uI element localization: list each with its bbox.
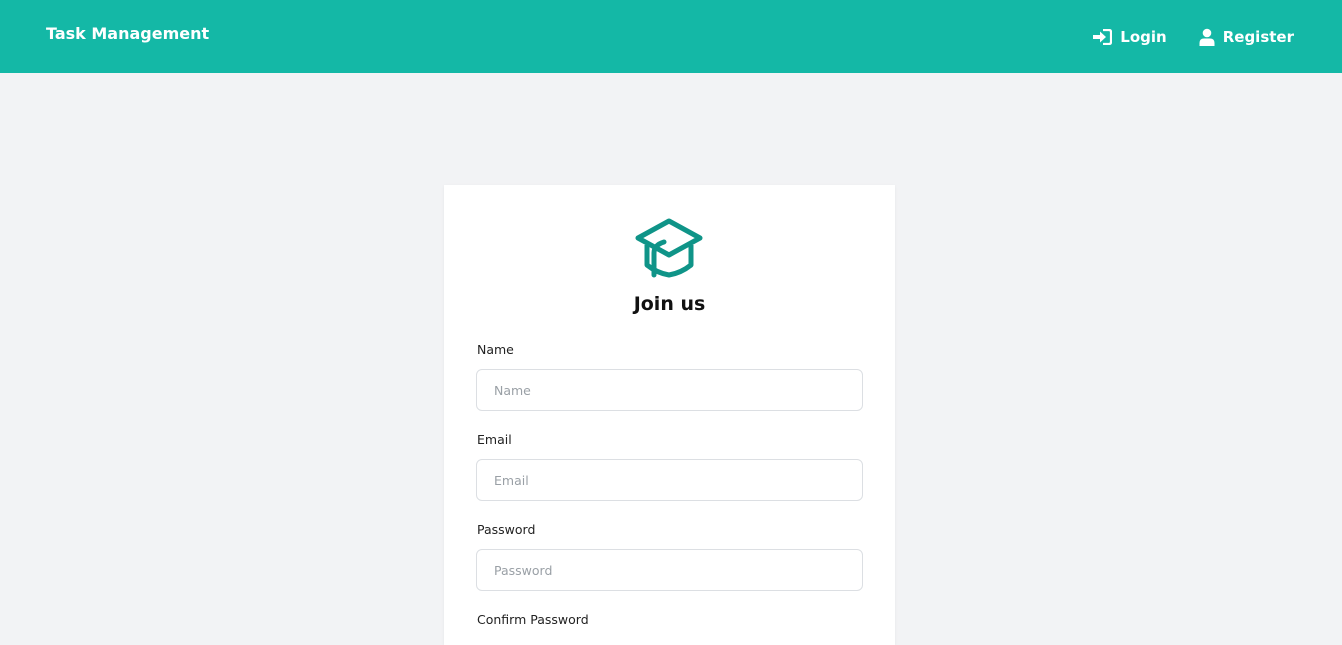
page-title: Join us (633, 293, 706, 315)
register-card: Join us Name Email Password Confirm Pass… (444, 185, 895, 645)
top-navbar: Task Management Login Register (0, 0, 1342, 73)
confirm-password-label: Confirm Password (477, 612, 589, 627)
register-link[interactable]: Register (1199, 28, 1294, 46)
email-input[interactable] (476, 459, 863, 501)
user-icon (1199, 28, 1215, 46)
sign-in-icon (1093, 28, 1113, 45)
name-label: Name (477, 342, 514, 357)
name-input[interactable] (476, 369, 863, 411)
login-link[interactable]: Login (1093, 27, 1167, 46)
register-label: Register (1222, 27, 1294, 46)
password-input[interactable] (476, 549, 863, 591)
nav-links: Login Register (1093, 0, 1294, 73)
password-label: Password (477, 522, 536, 537)
login-label: Login (1120, 27, 1167, 46)
brand-link[interactable]: Task Management (46, 24, 209, 43)
graduation-cap-icon (634, 217, 704, 281)
email-label: Email (477, 432, 512, 447)
